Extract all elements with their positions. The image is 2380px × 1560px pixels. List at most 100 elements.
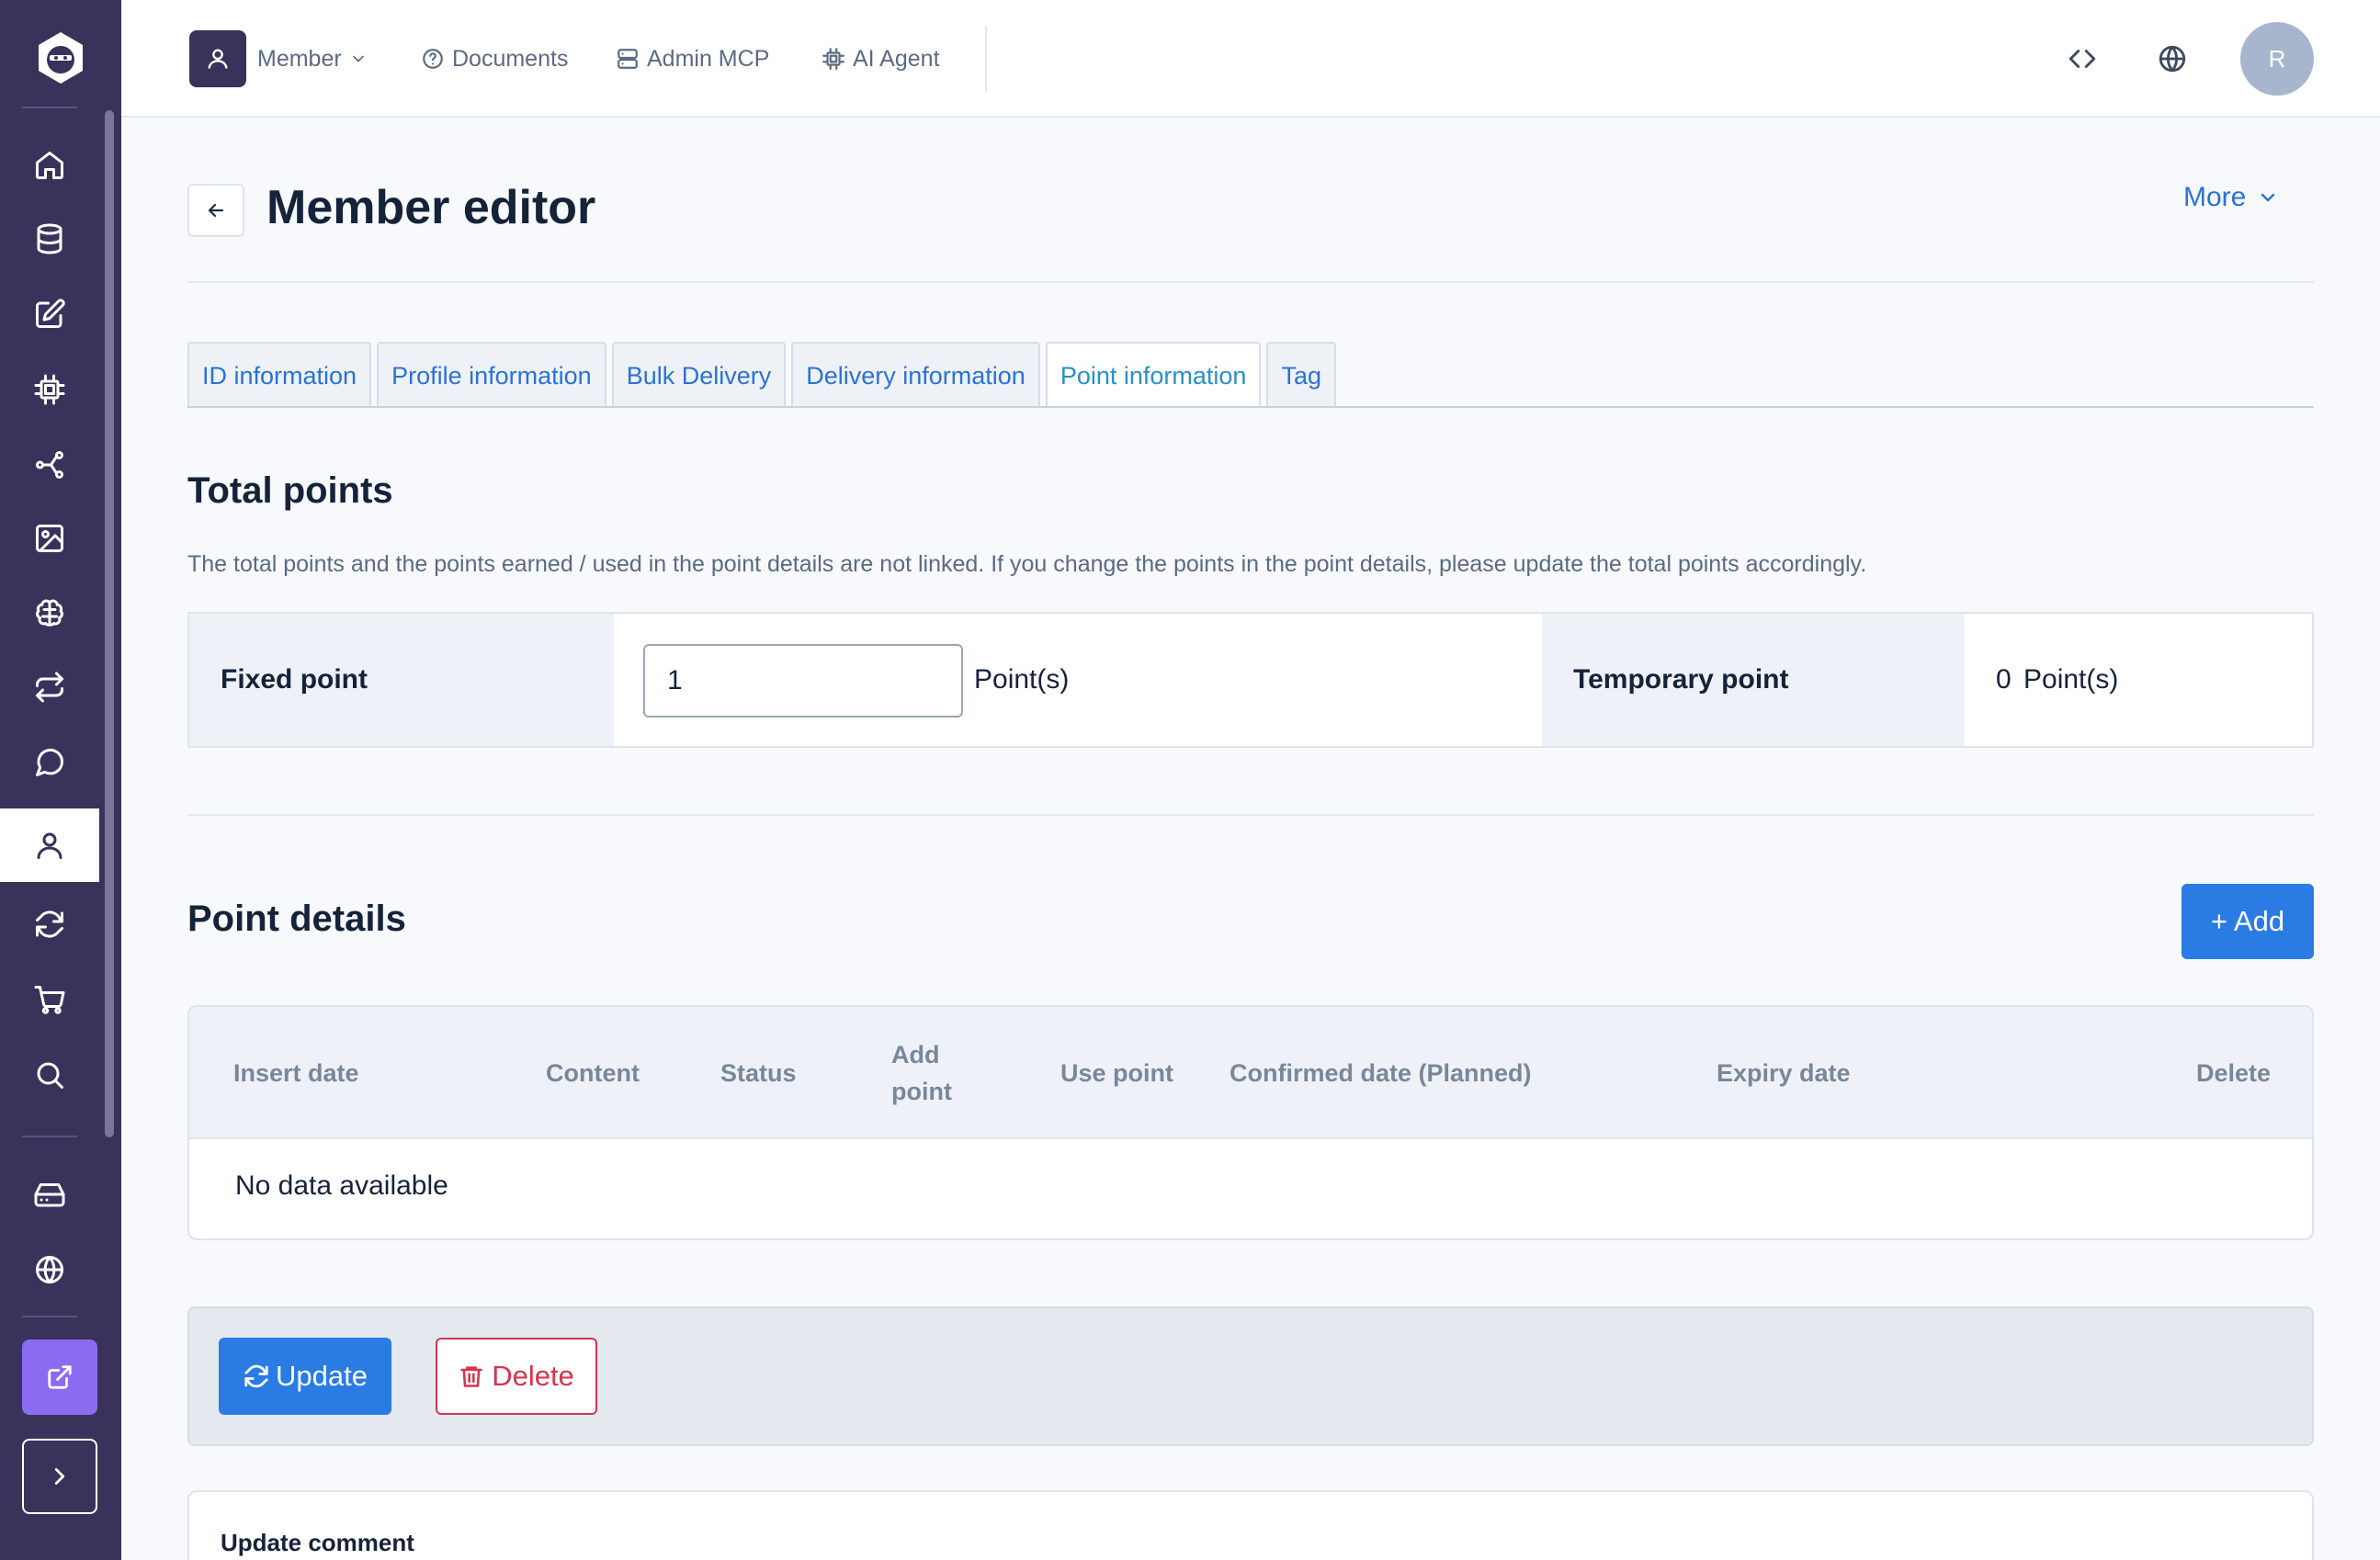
documents-label: Documents bbox=[452, 45, 569, 72]
ai-agent-link[interactable]: AI Agent bbox=[822, 40, 940, 77]
topbar-divider bbox=[985, 26, 987, 92]
sidebar bbox=[0, 0, 121, 1560]
documents-link[interactable]: Documents bbox=[421, 40, 568, 77]
section-divider bbox=[187, 814, 2314, 816]
add-point-button[interactable]: + Add bbox=[2182, 884, 2314, 959]
total-points-table: Fixed point 1 Point(s) Temporary point 0… bbox=[187, 612, 2314, 748]
expand-sidebar-button[interactable] bbox=[22, 1439, 97, 1514]
home-icon bbox=[36, 152, 63, 179]
tab-id-information[interactable]: ID information bbox=[187, 342, 372, 408]
sidebar-item-cart[interactable] bbox=[0, 963, 99, 1036]
admin-mcp-link[interactable]: Admin MCP bbox=[616, 40, 769, 77]
language-button[interactable] bbox=[2154, 40, 2191, 77]
tab-bar: ID information Profile information Bulk … bbox=[187, 342, 1336, 408]
sidebar-item-storage[interactable] bbox=[0, 1158, 99, 1231]
sidebar-item-chat[interactable] bbox=[0, 726, 99, 799]
sidebar-item-transfer[interactable] bbox=[0, 650, 99, 724]
back-button[interactable] bbox=[187, 184, 244, 237]
sidebar-item-home[interactable] bbox=[0, 129, 99, 202]
update-button[interactable]: Update bbox=[219, 1338, 391, 1415]
table-header: Insert date Content Status Add point Use… bbox=[189, 1007, 2312, 1139]
fixed-point-unit: Point(s) bbox=[974, 664, 1070, 695]
tab-profile-information[interactable]: Profile information bbox=[377, 342, 606, 408]
user-icon bbox=[37, 832, 62, 859]
tab-delivery-information[interactable]: Delivery information bbox=[791, 342, 1040, 408]
cpu-icon bbox=[822, 48, 844, 70]
trash-icon bbox=[460, 1366, 482, 1387]
tab-tag[interactable]: Tag bbox=[1266, 342, 1336, 408]
sidebar-item-ai[interactable] bbox=[0, 577, 99, 650]
delete-button-label: Delete bbox=[492, 1360, 574, 1392]
user-icon bbox=[208, 49, 228, 69]
column-status[interactable]: Status bbox=[720, 1055, 797, 1091]
top-bar: Member Documents Admin MCP AI Agent R bbox=[121, 0, 2380, 118]
cpu-icon bbox=[34, 374, 65, 405]
column-add-point-line1: Add bbox=[891, 1041, 940, 1068]
column-delete: Delete bbox=[2196, 1059, 2272, 1087]
repeat-icon bbox=[36, 672, 63, 703]
code-view-button[interactable] bbox=[2064, 40, 2101, 77]
sidebar-item-members[interactable] bbox=[0, 808, 99, 882]
search-icon bbox=[37, 1062, 63, 1089]
globe-icon bbox=[2159, 45, 2186, 73]
chevron-down-icon bbox=[2261, 193, 2275, 202]
update-button-label: Update bbox=[276, 1360, 368, 1392]
fixed-point-input[interactable]: 1 bbox=[643, 644, 963, 718]
update-comment-card: Update comment bbox=[187, 1490, 2314, 1560]
column-insert-date[interactable]: Insert date bbox=[233, 1055, 359, 1091]
sidebar-item-database[interactable] bbox=[0, 202, 99, 276]
globe-icon bbox=[36, 1256, 63, 1283]
point-details-table: Insert date Content Status Add point Use… bbox=[187, 1005, 2314, 1240]
database-icon bbox=[37, 223, 62, 254]
sidebar-scrollbar[interactable] bbox=[105, 110, 114, 1137]
column-content[interactable]: Content bbox=[546, 1055, 640, 1091]
column-add-point-line2: point bbox=[891, 1078, 952, 1105]
cart-icon bbox=[34, 986, 65, 1014]
total-points-heading: Total points bbox=[187, 470, 393, 511]
edit-icon bbox=[36, 299, 65, 328]
temporary-point-unit: Point(s) bbox=[2023, 664, 2119, 695]
delete-button[interactable]: Delete bbox=[436, 1338, 597, 1415]
column-use-point[interactable]: Use point bbox=[1060, 1055, 1173, 1091]
help-circle-icon bbox=[423, 49, 443, 69]
brain-icon bbox=[36, 599, 63, 627]
more-label: More bbox=[2183, 182, 2247, 212]
hard-drive-icon bbox=[34, 1183, 65, 1207]
sidebar-item-images[interactable] bbox=[0, 502, 99, 575]
share-flow-icon bbox=[36, 451, 63, 479]
code-icon bbox=[2068, 50, 2096, 68]
tab-point-information[interactable]: Point information bbox=[1045, 342, 1262, 408]
sidebar-item-globe[interactable] bbox=[0, 1233, 99, 1306]
sidebar-item-edit[interactable] bbox=[0, 277, 99, 351]
sidebar-item-flow[interactable] bbox=[0, 428, 99, 502]
column-confirmed-date[interactable]: Confirmed date (Planned) bbox=[1230, 1055, 1532, 1091]
open-external-button[interactable] bbox=[22, 1340, 97, 1415]
column-add-point[interactable]: Add point bbox=[891, 1036, 952, 1110]
action-bar: Update Delete bbox=[187, 1306, 2314, 1446]
chat-icon bbox=[36, 748, 64, 776]
temporary-point-value: 0 bbox=[1996, 664, 2012, 695]
fixed-point-label: Fixed point bbox=[189, 614, 614, 746]
chevron-down-icon bbox=[352, 55, 364, 62]
arrow-left-icon bbox=[208, 203, 224, 218]
app-logo[interactable] bbox=[32, 29, 89, 86]
total-points-note: The total points and the points earned /… bbox=[187, 551, 1867, 577]
more-dropdown[interactable]: More bbox=[2183, 182, 2279, 213]
sidebar-divider bbox=[22, 107, 77, 108]
temporary-point-label: Temporary point bbox=[1542, 614, 1965, 746]
avatar[interactable]: R bbox=[2240, 22, 2314, 96]
member-menu-icon-button[interactable] bbox=[189, 30, 246, 87]
column-expiry-date[interactable]: Expiry date bbox=[1717, 1055, 1851, 1091]
page-title: Member editor bbox=[266, 181, 596, 234]
external-link-icon bbox=[48, 1365, 72, 1389]
image-icon bbox=[36, 525, 63, 552]
sidebar-item-sync[interactable] bbox=[0, 887, 99, 961]
sidebar-divider bbox=[22, 1136, 77, 1137]
member-dropdown[interactable]: Member bbox=[257, 40, 368, 77]
refresh-icon bbox=[36, 910, 63, 938]
sidebar-item-search[interactable] bbox=[0, 1038, 99, 1112]
sidebar-item-processor[interactable] bbox=[0, 353, 99, 426]
admin-mcp-label: Admin MCP bbox=[647, 45, 770, 72]
tab-bulk-delivery[interactable]: Bulk Delivery bbox=[611, 342, 787, 408]
chevron-right-icon bbox=[54, 1468, 65, 1485]
